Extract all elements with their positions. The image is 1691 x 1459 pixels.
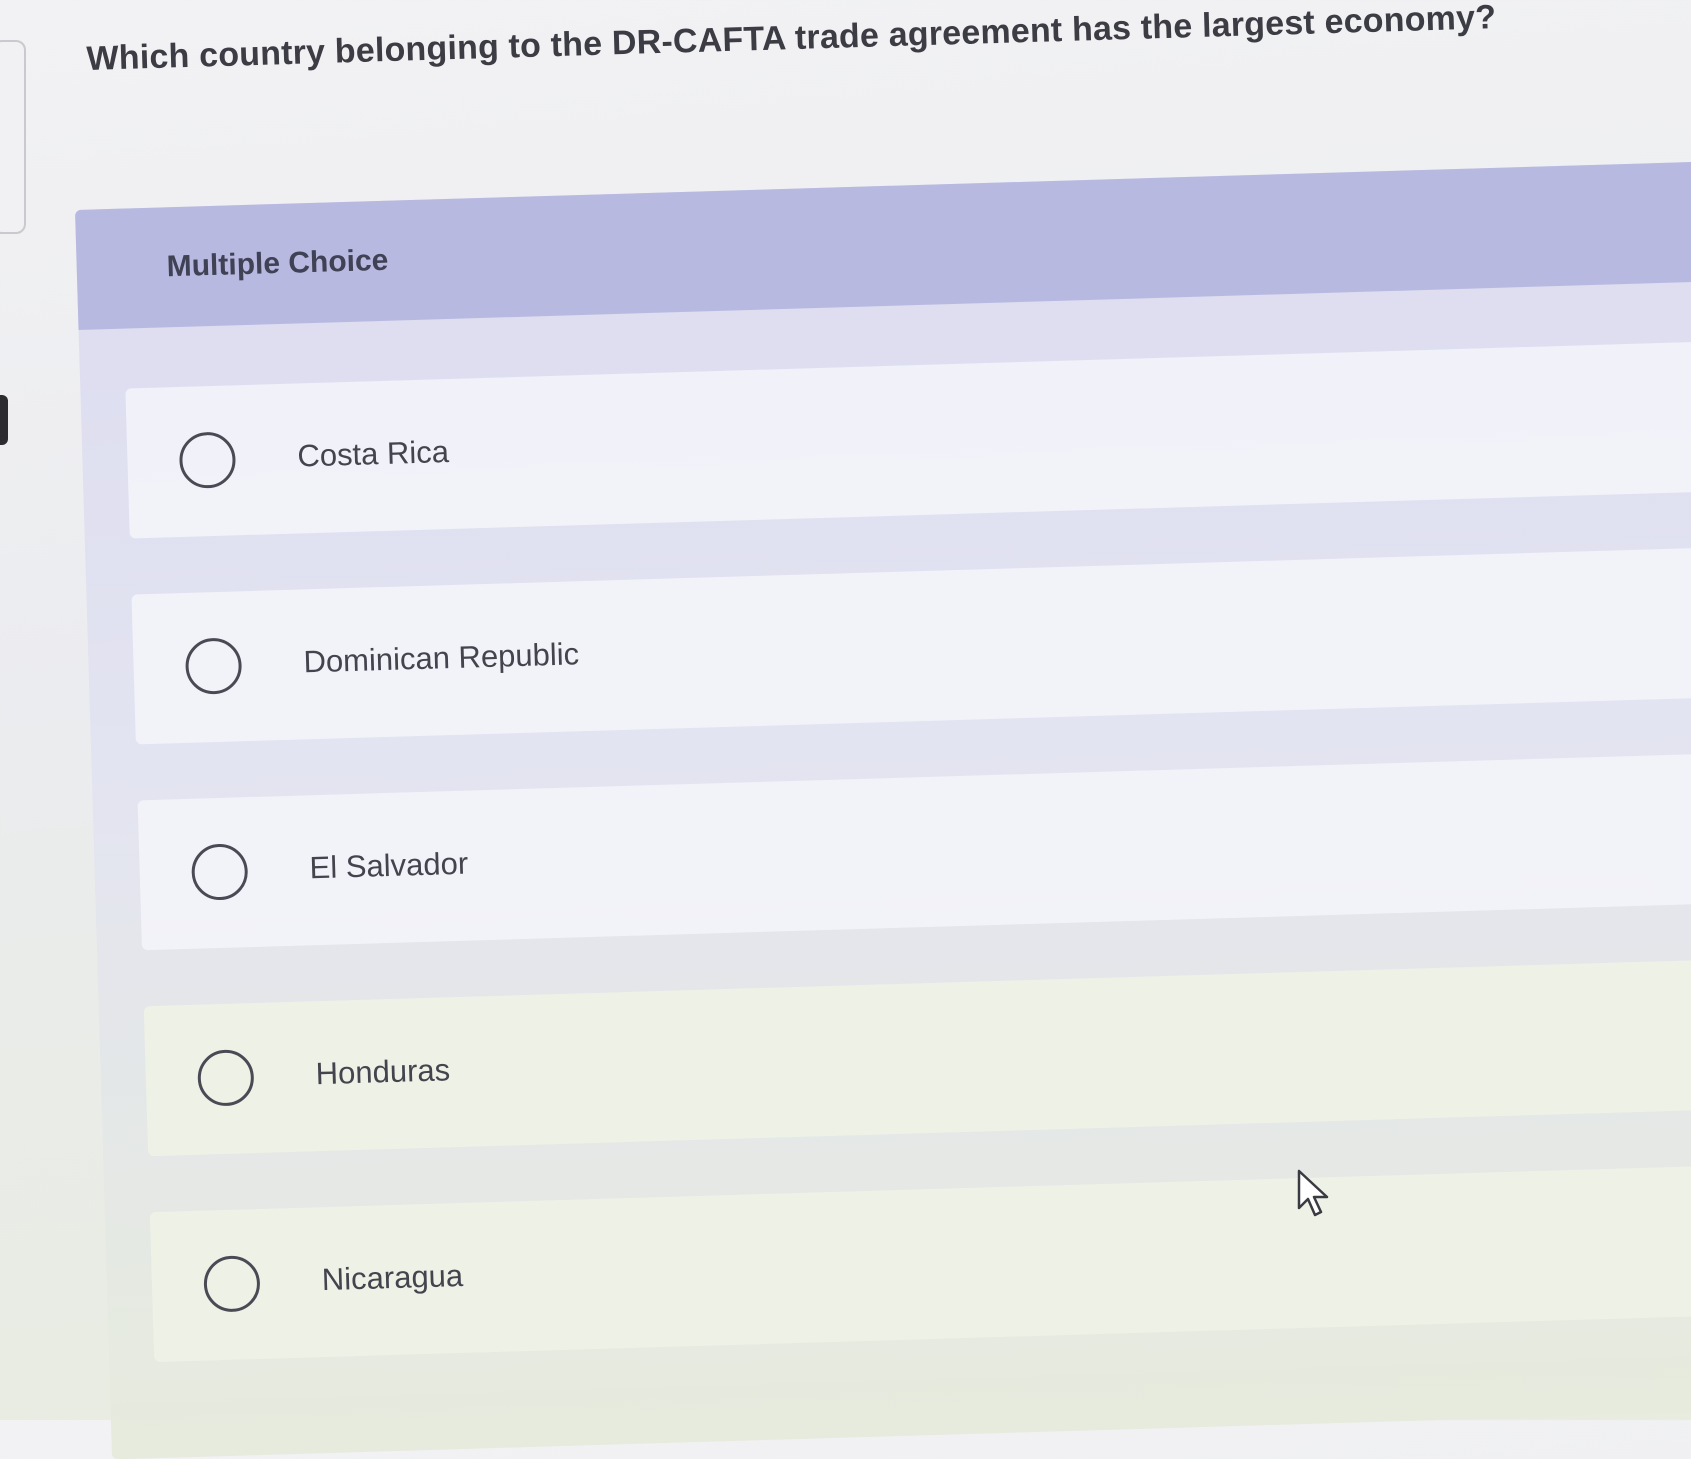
- radio-unselected-icon[interactable]: [178, 431, 237, 489]
- radio-unselected-icon[interactable]: [203, 1254, 261, 1313]
- mouse-pointer-icon: [1297, 1169, 1329, 1217]
- side-panel-tab[interactable]: [0, 40, 26, 234]
- option-honduras[interactable]: Honduras: [143, 959, 1691, 1157]
- option-label: Honduras: [315, 1052, 451, 1092]
- options-list: Costa Rica Dominican Republic El Salvado…: [125, 341, 1691, 1418]
- side-edge-marker: [0, 395, 8, 445]
- option-el-salvador[interactable]: El Salvador: [137, 753, 1691, 951]
- option-dominican-republic[interactable]: Dominican Republic: [131, 547, 1691, 745]
- option-costa-rica[interactable]: Costa Rica: [125, 341, 1691, 539]
- option-label: Costa Rica: [296, 434, 450, 474]
- panel-header: Multiple Choice: [75, 161, 1691, 330]
- question-type-label: Multiple Choice: [166, 243, 389, 284]
- question-text: Which country belonging to the DR-CAFTA …: [86, 0, 1497, 78]
- radio-unselected-icon[interactable]: [196, 1049, 255, 1107]
- option-label: Dominican Republic: [302, 636, 580, 680]
- option-label: Nicaragua: [321, 1257, 464, 1298]
- option-nicaragua[interactable]: Nicaragua: [149, 1165, 1691, 1363]
- answer-panel: Multiple Choice Costa Rica Dominican Rep…: [75, 161, 1691, 1459]
- radio-unselected-icon[interactable]: [190, 843, 249, 901]
- radio-unselected-icon[interactable]: [184, 637, 243, 695]
- option-label: El Salvador: [309, 845, 469, 886]
